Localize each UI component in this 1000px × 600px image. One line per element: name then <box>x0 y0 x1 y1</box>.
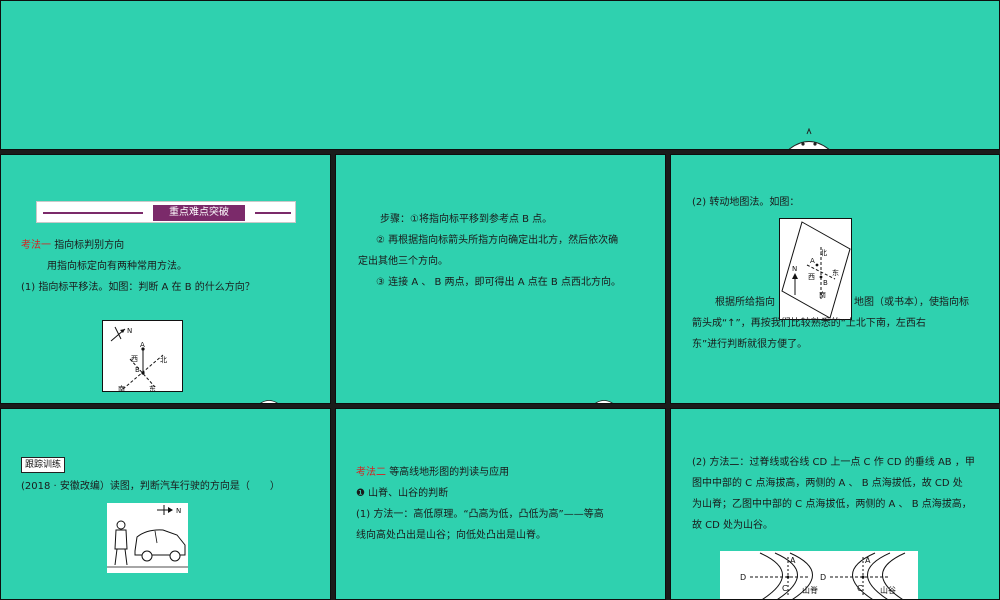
car-wheel-front <box>169 550 181 562</box>
step-2b: 定出其他三个方向。 <box>358 256 448 267</box>
para-line-2: 箭头成“↑”，再按我们比较熟悉的“上北下南，左西右 <box>692 318 926 329</box>
north-label: N <box>127 327 132 335</box>
slide-4-para: 箭头成“↑”，再按我们比较熟悉的“上北下南，左西右 东”进行判断就很方便了。 <box>692 313 997 355</box>
slide-2-thumbnail[interactable]: 重点难点突破 考法一 指向标判别方向 用指向标定向有两种常用方法。 (1) 指向… <box>0 154 331 404</box>
label-c: C <box>857 584 863 593</box>
section-banner-label: 重点难点突破 <box>153 205 245 221</box>
section-banner: 重点难点突破 <box>36 201 296 223</box>
car-wheel-rear <box>141 550 153 562</box>
slide-1-thumbnail[interactable] <box>0 0 1000 150</box>
label-west: 西 <box>131 355 138 363</box>
slide-2-text: 考法一 指向标判别方向 用指向标定向有两种常用方法。 (1) 指向标平移法。如图… <box>21 235 326 298</box>
point-b <box>819 275 823 279</box>
method-heading: 指向标判别方向 <box>54 240 125 251</box>
mascot-decoration <box>260 400 278 403</box>
slide-4-heading: (2) 转动地图法。如图： <box>692 197 800 208</box>
step-3: ③ 连接 A 、 B 两点，即可得出 A 点在 B 点西北方向。 <box>376 277 621 288</box>
contour-diagram: D A C 山脊 D A C 山谷 <box>740 552 906 599</box>
label-d: D <box>740 573 746 582</box>
label-east: 东 <box>832 268 839 277</box>
method2-line-1: (2) 方法二：过脊线或谷线 CD 上一点 C 作 CD 的垂线 AB ，甲 <box>692 457 975 468</box>
north-label: N <box>792 265 797 273</box>
label-north-cn: 北 <box>820 249 827 257</box>
label-east: 东 <box>149 384 156 393</box>
label-south: 南 <box>819 290 826 299</box>
question-text: (2018 · 安徽改编）读图，判断汽车行驶的方向是（ ） <box>21 481 280 492</box>
point-c <box>861 575 865 579</box>
para-line-3: 东”进行判断就很方便了。 <box>692 339 808 350</box>
label-south: 南 <box>118 384 125 393</box>
method2-line-2: 图中中部的 C 点海拔高，两侧的 A 、 B 点海拔低，故 CD 处 <box>692 478 963 489</box>
intro-line: 用指向标定向有两种常用方法。 <box>47 261 187 272</box>
method-title: 考法一 <box>21 240 51 251</box>
slide-3-text: 步骤：①将指向标平移到参考点 B 点。 ② 再根据指向标箭头所指方向确定出北方，… <box>358 209 663 293</box>
mascot-decoration <box>595 400 613 403</box>
method-title-2: 考法二 <box>356 467 386 478</box>
compass-translation-figure: N A B 西 北 南 东 <box>102 320 183 393</box>
label-a: A <box>810 257 815 265</box>
method2-line-4: 故 CD 处为山谷。 <box>692 520 774 531</box>
slide-6-thumbnail[interactable]: 考法二 等高线地形图的判读与应用 ❶ 山脊、山谷的判断 (1) 方法一：高低原理… <box>335 408 666 600</box>
mascot-decoration <box>788 128 830 149</box>
north-arrow-head <box>168 507 173 513</box>
car-illustration: N <box>107 505 188 568</box>
north-label: N <box>176 507 181 515</box>
step-1: 步骤：①将指向标平移到参考点 B 点。 <box>380 214 553 225</box>
label-west: 西 <box>808 273 815 281</box>
slide-4-thumbnail[interactable]: (2) 转动地图法。如图： N 北 A 西 B 东 南 根据所给指向 地图（或书… <box>670 154 1000 404</box>
label-a: A <box>140 341 145 349</box>
label-a: A <box>790 556 796 565</box>
label-d: D <box>820 573 826 582</box>
slide-4-para-1a: 根据所给指向 <box>715 297 775 308</box>
slide-7-text: (2) 方法二：过脊线或谷线 CD 上一点 C 作 CD 的垂线 AB ，甲 图… <box>692 452 997 536</box>
method-line-2: 线向高处凸出是山谷；向低处凸出是山脊。 <box>356 530 546 541</box>
label-b: B <box>823 279 828 287</box>
compass-diagram: N A B 西 北 南 东 <box>110 326 167 393</box>
person-head <box>116 520 126 530</box>
label-valley: 山谷 <box>880 585 896 595</box>
label-north-cn: 北 <box>160 356 167 364</box>
sub-heading: ❶ 山脊、山谷的判断 <box>356 488 449 499</box>
map-rotation-figure: N 北 A 西 B 东 南 <box>779 218 852 320</box>
label-a: A <box>865 556 871 565</box>
slide-7-thumbnail[interactable]: (2) 方法二：过脊线或谷线 CD 上一点 C 作 CD 的垂线 AB ，甲 图… <box>670 408 1000 600</box>
badge-label: 跟踪训练 <box>25 460 62 470</box>
car-figure: N <box>107 503 188 573</box>
label-c: C <box>782 584 788 593</box>
step-2a: ② 再根据指向标箭头所指方向确定出北方，然后依次确 <box>376 235 619 246</box>
tracking-training-badge: 跟踪训练 <box>21 457 66 473</box>
north-arrow-head <box>792 273 798 279</box>
point-c <box>786 575 790 579</box>
label-ridge: 山脊 <box>802 585 818 595</box>
rotated-map-diagram: N 北 A 西 B 东 南 <box>781 221 851 319</box>
person-body <box>114 529 128 550</box>
contour-figure: D A C 山脊 D A C 山谷 <box>720 551 918 599</box>
method-heading-2: 等高线地形图的判读与应用 <box>389 467 510 478</box>
slide-6-text: 考法二 等高线地形图的判读与应用 ❶ 山脊、山谷的判断 (1) 方法一：高低原理… <box>356 462 661 546</box>
method2-line-3: 为山脊；乙图中中部的 C 点海拔低，两侧的 A 、 B 点海拔高， <box>692 499 972 510</box>
point-a <box>815 263 819 267</box>
slide-3-thumbnail[interactable]: 步骤：①将指向标平移到参考点 B 点。 ② 再根据指向标箭头所指方向确定出北方，… <box>335 154 666 404</box>
slide-5-thumbnail[interactable]: 跟踪训练 (2018 · 安徽改编）读图，判断汽车行驶的方向是（ ） N <box>0 408 331 600</box>
method-line-1: (1) 方法一：高低原理。“凸高为低，凸低为高”——等高 <box>356 509 604 520</box>
slide-4-para-1b: 地图（或书本），使指向标 <box>854 297 969 308</box>
question-line: (1) 指向标平移法。如图：判断 A 在 B 的什么方向？ <box>21 282 255 293</box>
